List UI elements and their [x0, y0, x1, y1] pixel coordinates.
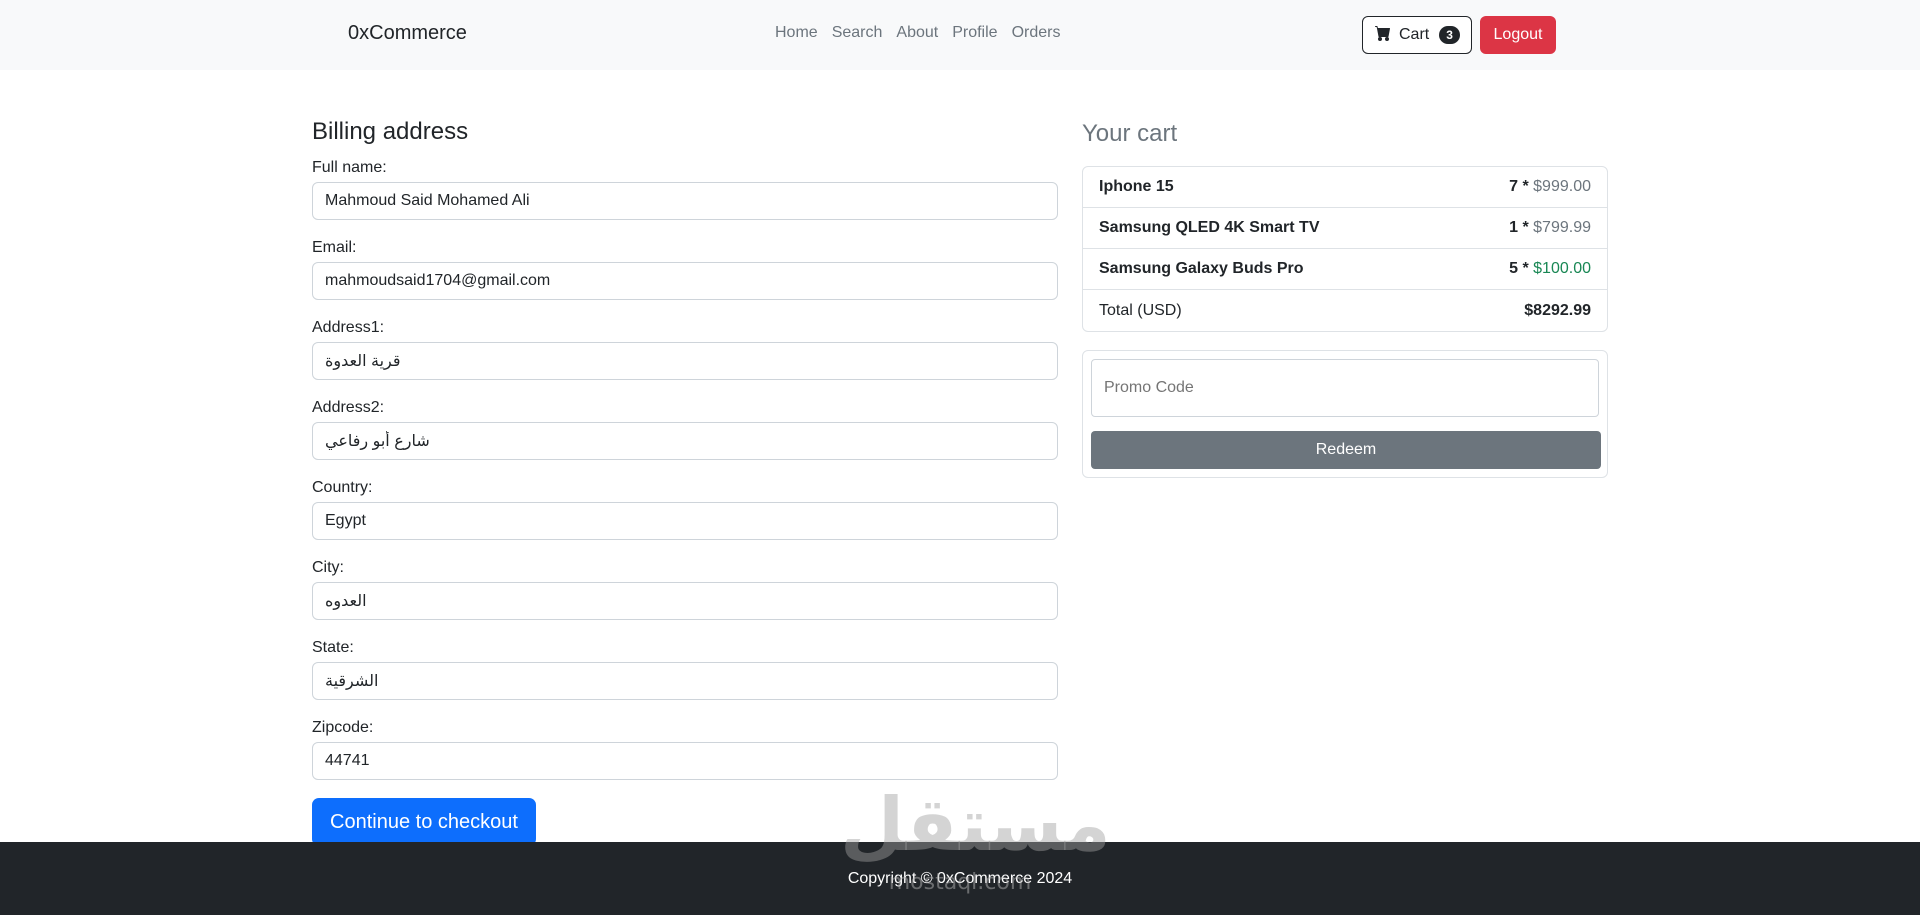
cart-item-name: Samsung QLED 4K Smart TV — [1099, 219, 1320, 236]
field-email: Email: — [312, 238, 1058, 300]
cart-title: Your cart — [1082, 120, 1178, 147]
promo-code-input[interactable] — [1091, 359, 1599, 417]
cart-summary: Your cart Iphone 15 7 * $999.00 Samsung … — [1082, 118, 1608, 478]
cart-total-value: $8292.99 — [1524, 301, 1591, 319]
state-label: State: — [312, 639, 354, 656]
cart-item: Samsung Galaxy Buds Pro 5 * $100.00 — [1083, 249, 1607, 290]
cart-item-name: Samsung Galaxy Buds Pro — [1099, 260, 1304, 277]
city-input[interactable] — [312, 582, 1058, 620]
address2-label: Address2: — [312, 399, 385, 416]
address1-input[interactable] — [312, 342, 1058, 380]
footer-copyright: Copyright © 0xCommerce 2024 — [847, 870, 1073, 887]
field-full-name: Full name: — [312, 158, 1058, 220]
billing-title: Billing address — [312, 118, 469, 145]
field-zipcode: Zipcode: — [312, 718, 1058, 780]
billing-form: Billing address Full name: Email: Addres… — [312, 118, 1058, 846]
continue-to-checkout-button[interactable]: Continue to checkout — [312, 798, 536, 846]
nav-link-profile[interactable]: Profile — [952, 24, 997, 42]
zipcode-input[interactable] — [312, 742, 1058, 780]
field-country: Country: — [312, 478, 1058, 540]
city-label: City: — [312, 559, 344, 576]
email-input[interactable] — [312, 262, 1058, 300]
cart-total-label: Total (USD) — [1099, 301, 1182, 319]
full-name-input[interactable] — [312, 182, 1058, 220]
nav-link-orders[interactable]: Orders — [1012, 24, 1061, 42]
field-state: State: — [312, 638, 1058, 700]
brand-logo[interactable]: 0xCommerce — [348, 22, 467, 45]
cart-item-name: Iphone 15 — [1099, 178, 1174, 195]
country-input[interactable] — [312, 502, 1058, 540]
cart-total-row: Total (USD) $8292.99 — [1083, 290, 1607, 331]
zipcode-label: Zipcode: — [312, 719, 374, 736]
logout-button[interactable]: Logout — [1480, 16, 1556, 54]
cart-icon — [1375, 25, 1391, 46]
cart-label: Cart — [1399, 26, 1430, 43]
field-address2: Address2: — [312, 398, 1058, 460]
cart-list: Iphone 15 7 * $999.00 Samsung QLED 4K Sm… — [1082, 166, 1608, 332]
address2-input[interactable] — [312, 422, 1058, 460]
state-input[interactable] — [312, 662, 1058, 700]
full-name-label: Full name: — [312, 159, 387, 176]
cart-item-qty: 5 * — [1509, 260, 1529, 277]
cart-item-qty: 7 * — [1509, 178, 1529, 195]
cart-button[interactable]: Cart 3 — [1362, 16, 1472, 54]
redeem-button[interactable]: Redeem — [1091, 431, 1601, 469]
country-label: Country: — [312, 479, 373, 496]
footer: Copyright © 0xCommerce 2024 — [0, 842, 1920, 915]
email-label: Email: — [312, 239, 357, 256]
field-address1: Address1: — [312, 318, 1058, 380]
nav-link-home[interactable]: Home — [775, 24, 818, 42]
nav-link-about[interactable]: About — [896, 24, 938, 42]
cart-item-price: $799.99 — [1533, 219, 1591, 236]
navbar: 0xCommerce Home Search About Profile Ord… — [0, 0, 1920, 70]
nav-link-search[interactable]: Search — [832, 24, 883, 42]
cart-item-qty: 1 * — [1509, 219, 1529, 236]
field-city: City: — [312, 558, 1058, 620]
cart-item-price: $999.00 — [1533, 178, 1591, 195]
cart-item: Samsung QLED 4K Smart TV 1 * $799.99 — [1083, 208, 1607, 249]
cart-item-price: $100.00 — [1533, 260, 1591, 277]
cart-item: Iphone 15 7 * $999.00 — [1083, 167, 1607, 208]
address1-label: Address1: — [312, 319, 385, 336]
nav-links: Home Search About Profile Orders — [775, 24, 1060, 42]
promo-card: Redeem — [1082, 350, 1608, 478]
cart-count-badge: 3 — [1439, 26, 1460, 44]
